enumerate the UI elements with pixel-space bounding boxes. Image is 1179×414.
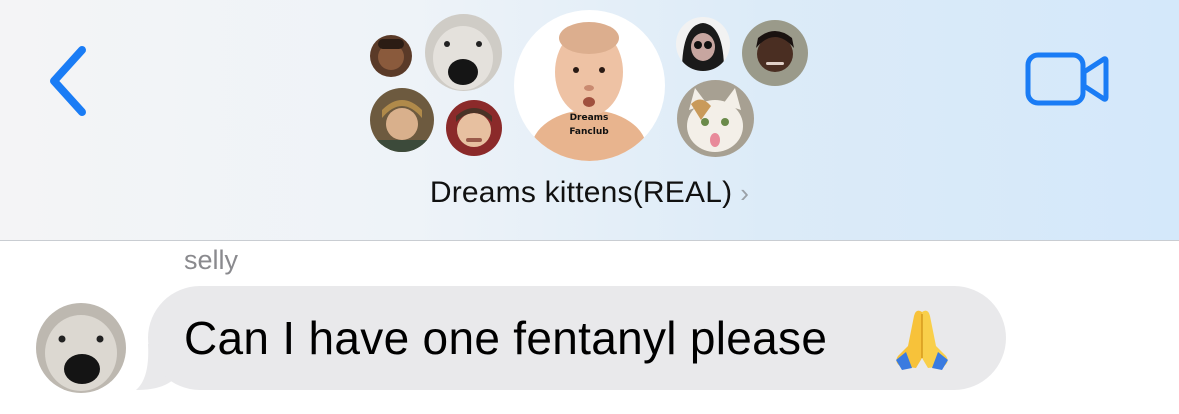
group-name-button[interactable]: Dreams kittens(REAL) ›: [0, 176, 1179, 210]
shirt-text-line2: Fanclub: [569, 127, 609, 137]
facetime-video-button[interactable]: [1024, 50, 1110, 108]
video-camera-icon: [1025, 52, 1109, 106]
group-avatar-main[interactable]: Dreams Fanclub: [514, 10, 665, 161]
back-button[interactable]: [44, 44, 94, 118]
member-avatar[interactable]: [742, 20, 808, 86]
shirt-text-line1: Dreams: [570, 113, 609, 123]
member-avatar[interactable]: [425, 14, 502, 91]
folded-hands-emoji: [896, 310, 948, 370]
chevron-right-icon: ›: [740, 178, 750, 208]
member-avatar[interactable]: [370, 88, 434, 152]
sender-name: selly: [184, 245, 239, 275]
member-avatar[interactable]: [446, 100, 502, 156]
member-avatar[interactable]: [370, 35, 412, 77]
sender-avatar[interactable]: [36, 303, 126, 393]
group-name: Dreams kittens(REAL): [429, 176, 733, 209]
member-avatar[interactable]: [676, 17, 730, 71]
message-text: Can I have one fentanyl please: [184, 312, 828, 364]
member-avatar[interactable]: [677, 80, 754, 157]
chevron-left-icon: [50, 46, 86, 116]
conversation-header: Dreams Fanclub Dreams kittens(REAL) ›: [0, 0, 1179, 241]
